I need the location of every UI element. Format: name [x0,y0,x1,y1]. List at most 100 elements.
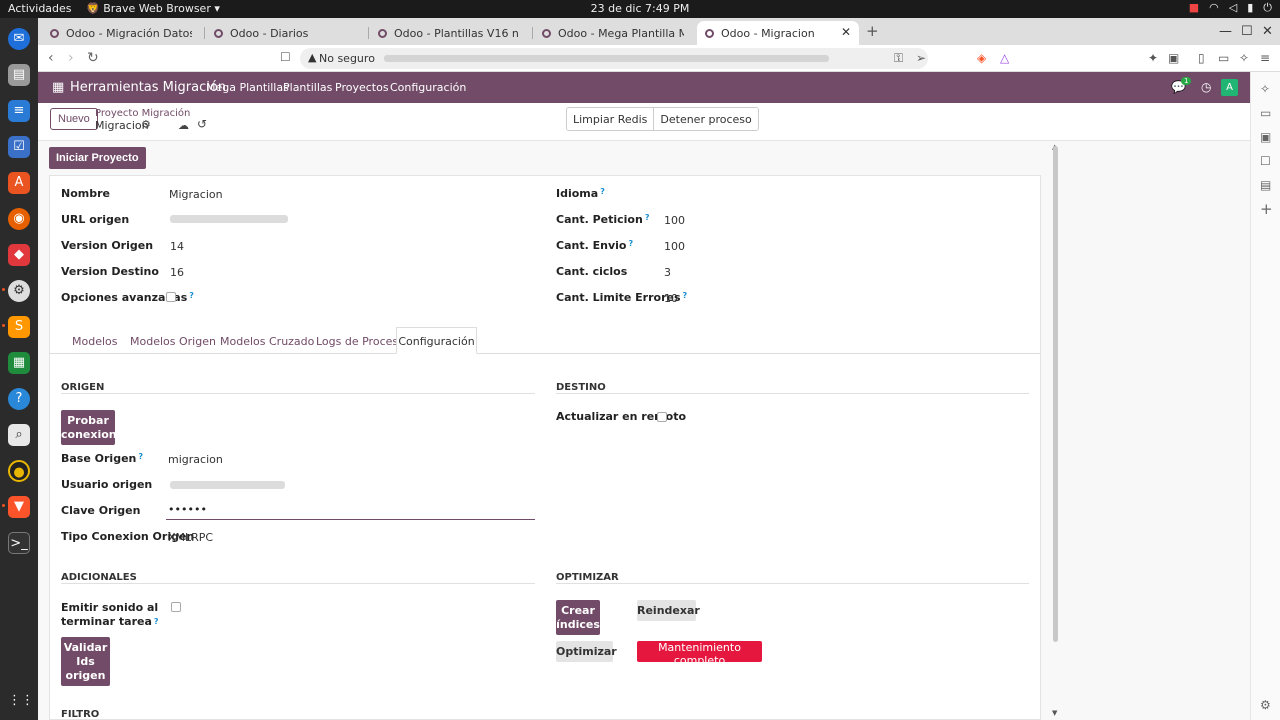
reading-list-icon[interactable]: ▤ [1260,178,1271,192]
new-tab-button[interactable]: + [866,22,879,40]
help-icon[interactable]: ? [600,187,605,196]
scroll-down-icon[interactable]: ▼ [1052,709,1057,717]
cant-ciclos-field[interactable]: 3 [664,266,671,279]
browser-tab-active[interactable]: Odoo - Migracion ✕ [697,21,859,45]
new-button[interactable]: Nuevo [50,108,98,130]
cant-peticion-field[interactable]: 100 [664,214,685,227]
tab-configuracion[interactable]: Configuración [396,327,477,354]
reindex-button[interactable]: Reindexar [637,600,700,621]
tab-logs-proceso[interactable]: Logs de Proceso [316,328,405,354]
settings-icon[interactable]: ⚙ [8,280,30,302]
back-icon[interactable]: ‹ [48,50,54,66]
reload-icon[interactable]: ↻ [87,50,99,66]
add-sidebar-icon[interactable]: + [1260,200,1273,218]
leo-icon[interactable]: ✧ [1239,51,1249,65]
clave-origen-field[interactable]: •••••• [166,500,535,520]
help-icon[interactable]: ? [8,388,30,410]
validate-ids-button[interactable]: Validar Ids origen [61,637,110,686]
help-icon[interactable]: ? [645,213,650,222]
version-origen-field[interactable]: 14 [170,240,184,253]
wallet-sidebar-icon[interactable]: ▣ [1260,130,1271,144]
help-icon[interactable]: ? [628,239,633,248]
bookmark-icon[interactable]: ☐ [280,50,291,64]
browser-tab[interactable]: Odoo - Plantillas V16 n1 [370,21,528,45]
writer-icon[interactable]: ≡ [8,100,30,122]
bookmarks-sidebar-icon[interactable]: ☐ [1260,154,1271,168]
start-project-button[interactable]: Iniciar Proyecto [49,147,146,169]
brave-rewards-icon[interactable]: △ [1000,51,1009,65]
maximize-icon[interactable]: ☐ [1241,24,1253,39]
tab-modelos[interactable]: Modelos [72,328,118,354]
app-menu[interactable]: 🦁 Brave Web Browser ▾ [86,2,220,15]
screenshot-icon[interactable]: ▣ [1168,51,1179,65]
browser-tab[interactable]: Odoo - Migración Datos [42,21,200,45]
anydesk-icon[interactable]: ◆ [8,244,30,266]
opciones-avanzadas-checkbox[interactable] [166,292,176,302]
firefox-icon[interactable]: ◉ [8,208,30,230]
browser-tab[interactable]: Odoo - Diarios [206,21,364,45]
key-icon[interactable]: ⚿ [894,51,903,66]
clear-redis-button[interactable]: Limpiar Redis [567,108,654,130]
activity-clock-icon[interactable]: ◷ [1201,80,1211,94]
optimize-button[interactable]: Optimizar [556,641,617,662]
scrollbar[interactable] [1053,146,1058,642]
avatar[interactable]: A [1221,79,1238,96]
version-destino-field[interactable]: 16 [170,266,184,279]
cant-limite-errores-field[interactable]: 10 [664,292,678,305]
base-origen-field[interactable]: migracion [168,453,223,466]
app-title[interactable]: Herramientas Migración [70,80,226,95]
tab-modelos-origen[interactable]: Modelos Origen [130,328,216,354]
tipo-conexion-field[interactable]: XMLRPC [168,531,213,544]
show-apps-icon[interactable]: ⋮⋮ [8,690,34,712]
discard-icon[interactable]: ↺ [197,117,207,131]
create-indexes-button[interactable]: Crear índices [556,600,600,635]
full-maintenance-button[interactable]: Mantenimiento completo [637,641,762,667]
cant-envio-field[interactable]: 100 [664,240,685,253]
sidebar-toggle-icon[interactable]: ▯ [1198,51,1205,65]
extensions-icon[interactable]: ✦ [1148,51,1158,65]
files-icon[interactable]: ▤ [8,64,30,86]
thunderbird-icon[interactable]: ✉ [8,28,30,50]
test-connection-button[interactable]: Probar conexion [61,410,117,445]
gear-icon[interactable]: ⚙ [141,118,151,131]
help-icon[interactable]: ? [138,452,143,461]
tab-modelos-cruzado[interactable]: Modelos Cruzado [220,328,314,354]
stop-process-button[interactable]: Detener proceso [653,108,758,130]
menu-icon[interactable]: ≡ [1260,51,1270,65]
usuario-origen-field[interactable] [170,481,285,489]
close-tab-icon[interactable]: ✕ [841,25,851,39]
browser-tab[interactable]: Odoo - Mega Plantilla Migrac [534,21,692,45]
help-icon[interactable]: ? [683,291,688,300]
help-icon[interactable]: ? [189,291,194,300]
terminal-icon[interactable]: >_ [8,532,30,554]
chat-sidebar-icon[interactable]: ▭ [1260,106,1271,120]
emitir-sonido-checkbox[interactable] [171,602,181,612]
system-tray[interactable]: ■ ◠ ◁ ▮ ⏻ [1189,1,1272,15]
menu-proyectos[interactable]: Proyectos [335,81,389,94]
software-icon[interactable]: A [8,172,30,194]
close-window-icon[interactable]: ✕ [1262,24,1273,39]
help-icon[interactable]: ? [154,617,159,626]
leo-sidebar-icon[interactable]: ✧ [1260,82,1270,96]
actualizar-remoto-checkbox[interactable] [657,412,667,422]
calc-icon[interactable]: ▦ [8,352,30,374]
brave-dock-icon[interactable]: ▼ [8,496,30,518]
wallet-icon[interactable]: ▭ [1218,51,1229,65]
rhythmbox-icon[interactable]: ● [8,460,30,482]
share-icon[interactable]: ➢ [916,51,926,65]
search-icon[interactable]: ⌕ [8,424,30,446]
tasks-icon[interactable]: ☑ [8,136,30,158]
minimize-icon[interactable]: — [1219,24,1232,39]
menu-configuracion[interactable]: Configuración [390,81,466,94]
save-cloud-icon[interactable]: ☁ [178,119,189,132]
menu-mega-plantillas[interactable]: Mega Plantillas [206,81,289,94]
address-bar[interactable]: ▲ No seguro ⚿ ➢ [300,48,928,69]
nombre-field[interactable]: Migracion [169,188,223,201]
activities-button[interactable]: Actividades [8,2,72,15]
sublime-icon[interactable]: S [8,316,30,338]
url-field[interactable] [170,215,288,223]
apps-grid-icon[interactable]: ▦ [52,80,64,95]
brave-shields-icon[interactable]: ◈ [977,51,986,65]
sidebar-settings-icon[interactable]: ⚙ [1260,698,1271,712]
forward-icon[interactable]: › [68,50,74,66]
